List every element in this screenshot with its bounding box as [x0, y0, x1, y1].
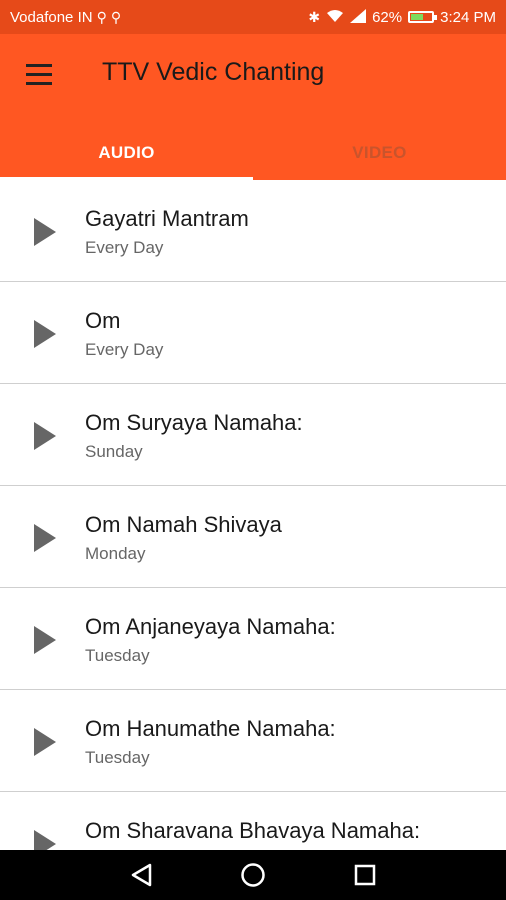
item-title: Om [85, 308, 121, 333]
list-item[interactable]: Gayatri Mantram Every Day [0, 180, 506, 282]
item-subtitle: Monday [85, 544, 146, 563]
play-icon[interactable] [34, 218, 56, 246]
item-subtitle: Every Day [85, 238, 164, 257]
app-title: TTV Vedic Chanting [102, 58, 325, 86]
item-title: Gayatri Mantram [85, 206, 249, 231]
item-subtitle: Sunday [85, 442, 143, 461]
play-icon[interactable] [34, 830, 56, 850]
list-item[interactable]: Om Hanumathe Namaha: Tuesday [0, 690, 506, 792]
play-icon[interactable] [34, 728, 56, 756]
item-title: Om Namah Shivaya [85, 512, 282, 537]
battery-icon [408, 11, 438, 23]
carrier-label: Vodafone IN [10, 8, 93, 26]
signal-icon [350, 9, 367, 25]
item-title: Om Hanumathe Namaha: [85, 716, 336, 741]
list-item[interactable]: Om Suryaya Namaha: Sunday [0, 384, 506, 486]
back-triangle-icon[interactable] [125, 859, 157, 891]
wifi-icon [326, 9, 344, 25]
play-icon[interactable] [34, 524, 56, 552]
bluetooth-icon: ✱ [308, 9, 321, 25]
hamburger-menu-icon[interactable] [26, 64, 54, 86]
play-icon[interactable] [34, 320, 56, 348]
usb-icon-2: ⚲ [110, 9, 122, 25]
play-icon[interactable] [34, 626, 56, 654]
status-bar: Vodafone IN ⚲ ⚲ ✱ 62% 3:24 PM [0, 0, 506, 34]
list-item[interactable]: Om Sharavana Bhavaya Namaha: [0, 792, 506, 850]
list-item[interactable]: Om Namah Shivaya Monday [0, 486, 506, 588]
recents-square-icon[interactable] [349, 859, 381, 891]
chant-list: Gayatri Mantram Every Day Om Every Day O… [0, 180, 506, 850]
tab-audio[interactable]: AUDIO [0, 126, 253, 180]
item-subtitle: Every Day [85, 340, 164, 359]
item-subtitle: Tuesday [85, 748, 150, 767]
item-title: Om Suryaya Namaha: [85, 410, 303, 435]
battery-fill [411, 14, 424, 20]
clock: 3:24 PM [440, 8, 496, 26]
tab-video[interactable]: VIDEO [253, 126, 506, 180]
item-subtitle: Tuesday [85, 646, 150, 665]
status-right: ✱ 62% 3:24 PM [308, 9, 496, 26]
home-circle-icon[interactable] [237, 859, 269, 891]
status-left: Vodafone IN ⚲ ⚲ [10, 9, 308, 26]
usb-icon: ⚲ [96, 9, 107, 25]
list-item[interactable]: Om Every Day [0, 282, 506, 384]
system-nav-bar [0, 850, 506, 900]
item-title: Om Sharavana Bhavaya Namaha: [85, 818, 421, 843]
list-item[interactable]: Om Anjaneyaya Namaha: Tuesday [0, 588, 506, 690]
item-title: Om Anjaneyaya Namaha: [85, 614, 336, 639]
tab-bar: AUDIO VIDEO [0, 126, 506, 180]
play-icon[interactable] [34, 422, 56, 450]
app-bar: TTV Vedic Chanting AUDIO VIDEO [0, 34, 506, 180]
battery-percent: 62% [372, 8, 403, 26]
